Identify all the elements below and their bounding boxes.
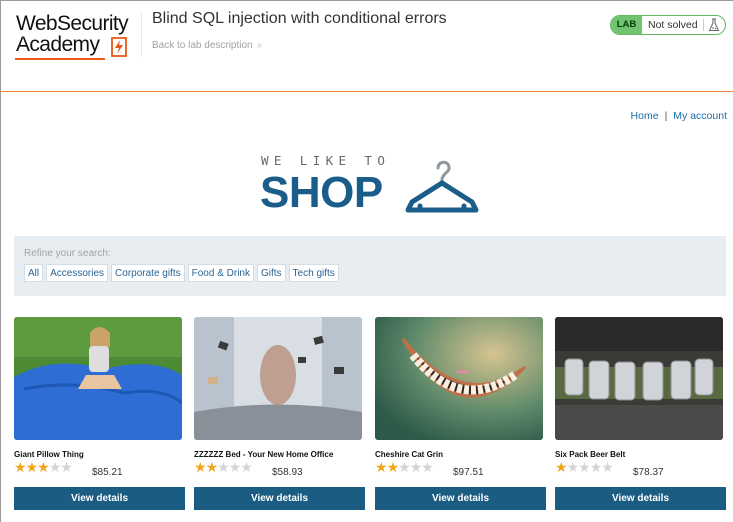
star-empty-icon: ★ — [217, 459, 230, 475]
star-filled-icon: ★ — [375, 459, 388, 475]
product-price: $85.21 — [92, 467, 123, 478]
web-security-academy-logo[interactable]: WebSecurity Academy — [15, 12, 141, 62]
star-empty-icon: ★ — [589, 459, 603, 475]
star-empty-icon: ★ — [601, 459, 614, 475]
flask-icon — [708, 18, 720, 31]
shop-banner: WE LIKE TO SHOP — [260, 150, 482, 217]
search-filter-panel: Refine your search: All Accessories Corp… — [14, 236, 726, 296]
logo-line-2: Academy — [16, 33, 100, 56]
star-filled-icon: ★ — [386, 459, 400, 475]
product-name: Giant Pillow Thing — [14, 450, 84, 459]
view-details-button[interactable]: View details — [194, 487, 365, 510]
star-empty-icon: ★ — [60, 459, 73, 475]
product-rating: ★★★★★ — [14, 459, 73, 475]
banner-tagline: WE LIKE TO — [261, 153, 391, 168]
star-filled-icon: ★ — [205, 459, 219, 475]
back-link-label: Back to lab description — [152, 40, 253, 51]
star-filled-icon: ★ — [194, 459, 207, 475]
star-filled-icon: ★ — [14, 459, 27, 475]
product-name: Cheshire Cat Grin — [375, 450, 444, 459]
logo-underline — [15, 58, 105, 60]
star-empty-icon: ★ — [421, 459, 434, 475]
star-empty-icon: ★ — [228, 459, 242, 475]
category-filters: All Accessories Corporate gifts Food & D… — [24, 264, 342, 282]
lab-title: Blind SQL injection with conditional err… — [152, 10, 447, 27]
product-rating: ★★★★★ — [194, 459, 253, 475]
banner-shop-word: SHOP — [260, 168, 383, 217]
filter-food-and-drink[interactable]: Food & Drink — [187, 264, 254, 282]
hanger-icon — [405, 160, 479, 213]
top-navigation: Home | My account — [631, 110, 727, 122]
star-empty-icon: ★ — [398, 459, 411, 475]
star-empty-icon: ★ — [240, 459, 253, 475]
home-link[interactable]: Home — [631, 110, 659, 122]
view-details-button[interactable]: View details — [375, 487, 546, 510]
product-image[interactable] — [194, 317, 362, 440]
refine-search-label: Refine your search: — [24, 248, 111, 259]
star-empty-icon: ★ — [48, 459, 62, 475]
lab-header: WebSecurity Academy Blind SQL injection … — [0, 0, 733, 92]
lightning-bolt-icon — [111, 37, 127, 57]
nav-separator: | — [664, 110, 668, 122]
product-image[interactable] — [375, 317, 543, 440]
product-rating: ★★★★★ — [555, 459, 614, 475]
view-details-button[interactable]: View details — [555, 487, 726, 510]
product-price: $58.93 — [272, 467, 303, 478]
my-account-link[interactable]: My account — [673, 110, 727, 122]
star-empty-icon: ★ — [409, 459, 423, 475]
filter-all[interactable]: All — [24, 264, 44, 282]
product-image[interactable] — [14, 317, 182, 440]
product-image[interactable] — [555, 317, 723, 440]
product-price: $97.51 — [453, 467, 484, 478]
product-price: $78.37 — [633, 467, 664, 478]
product-name: Six Pack Beer Belt — [555, 450, 626, 459]
filter-tech-gifts[interactable]: Tech gifts — [288, 264, 339, 282]
lab-status-widget: LAB Not solved — [610, 15, 726, 35]
product-name: ZZZZZZ Bed - Your New Home Office — [194, 450, 334, 459]
filter-accessories[interactable]: Accessories — [46, 264, 109, 282]
lab-status-text: Not solved — [648, 19, 698, 31]
back-to-lab-description-link[interactable]: Back to lab description» — [152, 40, 262, 51]
star-empty-icon: ★ — [566, 459, 580, 475]
view-details-button[interactable]: View details — [14, 487, 185, 510]
logo-line-1: WebSecurity — [16, 12, 129, 35]
star-filled-icon: ★ — [37, 459, 50, 475]
header-divider — [141, 13, 142, 57]
star-empty-icon: ★ — [578, 459, 591, 475]
status-separator — [703, 19, 704, 31]
lab-badge: LAB — [611, 16, 642, 34]
filter-gifts[interactable]: Gifts — [256, 264, 286, 282]
double-chevron-right-icon: » — [256, 40, 263, 51]
product-rating: ★★★★★ — [375, 459, 434, 475]
star-filled-icon: ★ — [25, 459, 39, 475]
filter-corporate-gifts[interactable]: Corporate gifts — [111, 264, 185, 282]
star-filled-icon: ★ — [555, 459, 568, 475]
